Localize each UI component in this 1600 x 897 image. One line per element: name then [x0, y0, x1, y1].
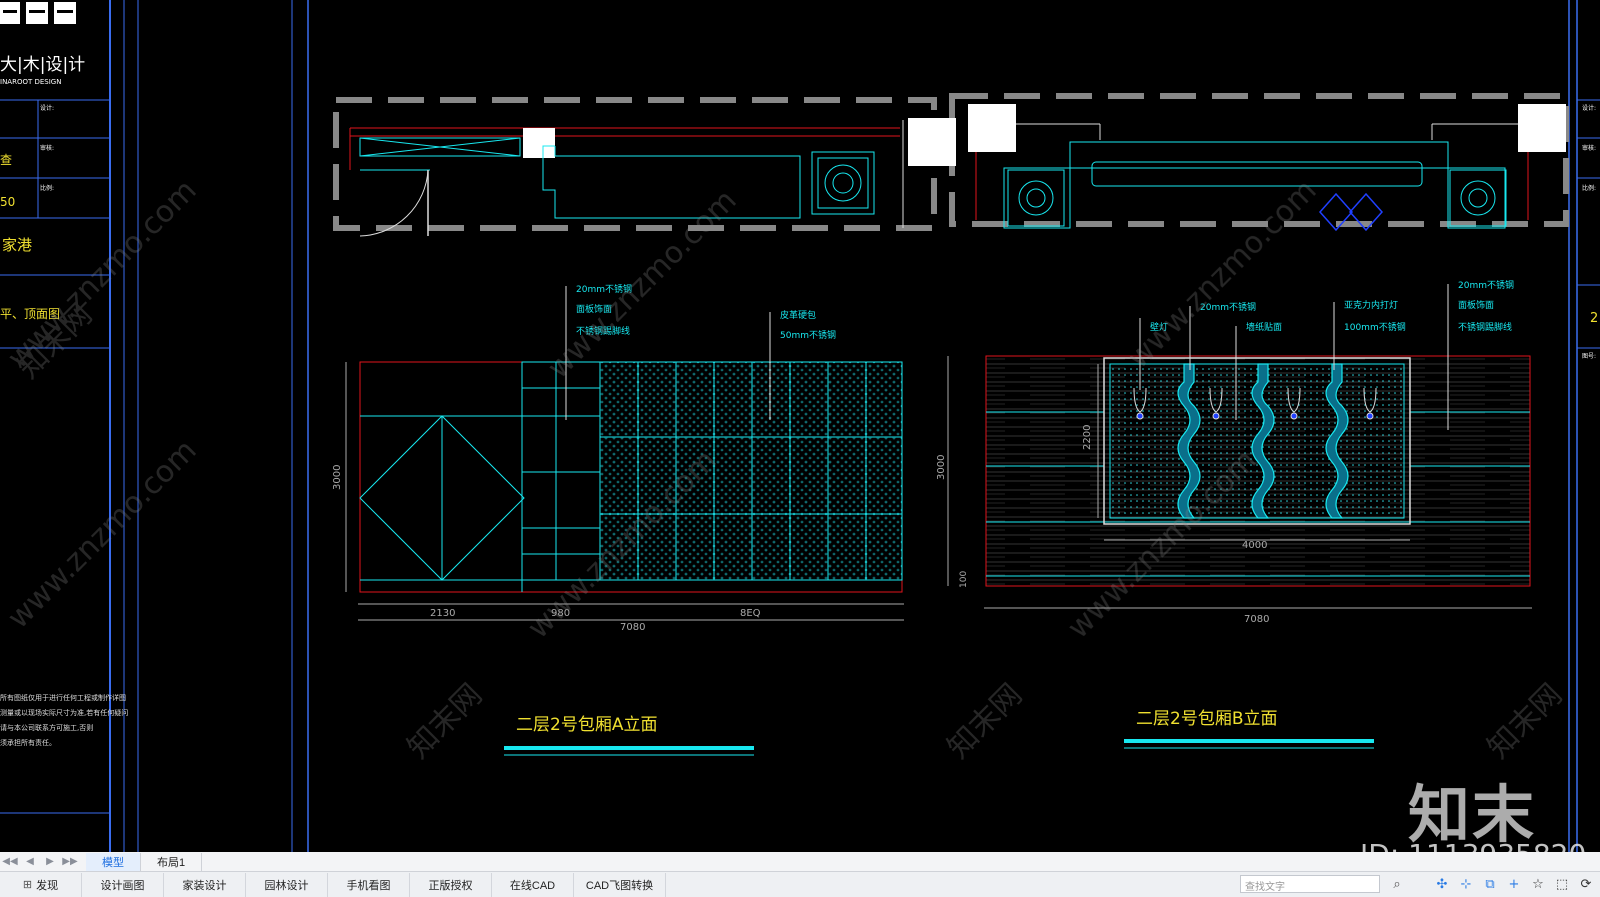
project-name: 家港	[2, 236, 32, 254]
right-field-label: 比例:	[1582, 184, 1596, 192]
disclaimer-line: 所有图纸仅用于进行任何工程或制作详图	[0, 693, 126, 702]
watermark-text: www.znzmo.com	[541, 183, 744, 386]
tab-model[interactable]: 模型	[86, 852, 141, 871]
nav-last-button[interactable]: ▶▶	[60, 853, 80, 871]
online-cad-button[interactable]: 在线CAD	[492, 872, 574, 897]
dim-total: 7080	[1244, 614, 1269, 625]
mobile-view-button[interactable]: 手机看图	[328, 872, 410, 897]
star-icon[interactable]: ☆	[1528, 874, 1548, 894]
dim-100: 100	[959, 571, 969, 588]
right-field-label: 审核:	[1582, 144, 1596, 152]
discover-label: 发现	[36, 879, 59, 892]
note-b5: 100mm不锈钢	[1344, 321, 1406, 333]
title-block-right: 设计: 审核: 比例: 2 图号:	[1568, 0, 1600, 852]
right-sheet-number: 2	[1590, 311, 1598, 326]
dim-4000: 4000	[1242, 540, 1267, 551]
cad-convert-button[interactable]: CAD飞图转换	[574, 872, 666, 897]
watermark-text: www.znzmo.com	[1, 433, 204, 636]
snap-icon[interactable]: ✣	[1432, 874, 1452, 894]
layout-tab-bar: ◀◀ ◀ ▶ ▶▶ 模型 布局1	[0, 852, 1600, 872]
note-b6: 20mm不锈钢	[1458, 279, 1514, 291]
disclaimer-line: 须承担所有责任。	[0, 738, 56, 747]
home-design-button[interactable]: 家装设计	[164, 872, 246, 897]
dim-8eq: 8EQ	[740, 608, 761, 619]
nav-next-button[interactable]: ▶	[40, 853, 60, 871]
nav-prev-button[interactable]: ◀	[20, 853, 40, 871]
license-button[interactable]: 正版授权	[410, 872, 492, 897]
disclaimer-line: 请与本公司联系方可施工,否则	[0, 723, 93, 732]
zoom-extents-icon[interactable]: ⧉	[1480, 874, 1500, 894]
disclaimer-line: 测量或以现场实际尺寸为准,若有任何疑问	[0, 708, 128, 717]
field-value-scale: 50	[0, 195, 15, 209]
right-field-label: 图号:	[1582, 353, 1596, 360]
note-b7: 面板饰面	[1458, 299, 1494, 311]
note-b3: 墙纸贴面	[1246, 321, 1282, 333]
dim-2130: 2130	[430, 608, 455, 619]
crosshair-icon[interactable]: +	[1504, 874, 1524, 894]
ceiling-plan-view	[333, 93, 1569, 237]
elevation-a: 3000 2130 980 8EQ 7080 20mm不锈钢 面板饰面 不锈钢踢…	[332, 283, 904, 756]
find-text-input[interactable]: 查找文字	[1240, 875, 1380, 893]
search-icon[interactable]: ⌕	[1386, 875, 1408, 893]
grid-icon: ⊞	[22, 879, 33, 891]
field-label-check: 审核:	[40, 144, 54, 152]
nav-first-button[interactable]: ◀◀	[0, 853, 20, 871]
dim-2200: 2200	[1082, 425, 1093, 450]
dim-height: 3000	[332, 465, 343, 490]
logo-mark	[0, 2, 76, 24]
tab-layout1[interactable]: 布局1	[141, 852, 203, 871]
note-b4: 亚克力内打灯	[1344, 299, 1398, 311]
note-a5: 50mm不锈钢	[780, 329, 836, 341]
field-value-check: 查	[0, 153, 12, 167]
elevation-b: 3000 2200 100 4000 7080 壁灯 20mm不锈钢 墙纸贴面 …	[936, 279, 1532, 749]
design-drawing-button[interactable]: 设计画图	[82, 872, 164, 897]
note-b8: 不锈钢踢脚线	[1458, 321, 1512, 333]
3d-box-icon[interactable]: ⬚	[1552, 874, 1572, 894]
right-field-label: 设计:	[1582, 104, 1596, 112]
dim-total: 7080	[620, 622, 645, 633]
garden-design-button[interactable]: 园林设计	[246, 872, 328, 897]
field-label-scale: 比例:	[40, 184, 54, 192]
field-label-design: 设计:	[40, 104, 54, 112]
logo-subtext: INAROOT DESIGN	[0, 78, 61, 86]
logo-text: 大|木|设|计	[0, 55, 85, 75]
elevation-b-title: 二层2号包厢B立面	[1136, 709, 1277, 729]
dim-height: 3000	[936, 455, 947, 480]
rotate-icon[interactable]: ⟳	[1576, 874, 1596, 894]
discover-button[interactable]: ⊞ 发现	[0, 872, 82, 897]
cad-drawing-canvas[interactable]: 大|木|设|计 INAROOT DESIGN 设计: 审核: 比例: 查 50 …	[0, 0, 1600, 897]
title-block-left: 大|木|设|计 INAROOT DESIGN 设计: 审核: 比例: 查 50 …	[0, 0, 309, 852]
watermark-brand-small: 知末网	[941, 677, 1029, 765]
elevation-a-title: 二层2号包厢A立面	[516, 715, 657, 735]
watermark-brand-small: 知末网	[401, 677, 489, 765]
note-a4: 皮革硬包	[780, 309, 816, 321]
ortho-icon[interactable]: ⊹	[1456, 874, 1476, 894]
leather-panel-grid	[599, 361, 903, 581]
watermark-text: www.znzmo.com	[1121, 173, 1324, 376]
watermark-brand-small: 知末网	[1481, 677, 1569, 765]
